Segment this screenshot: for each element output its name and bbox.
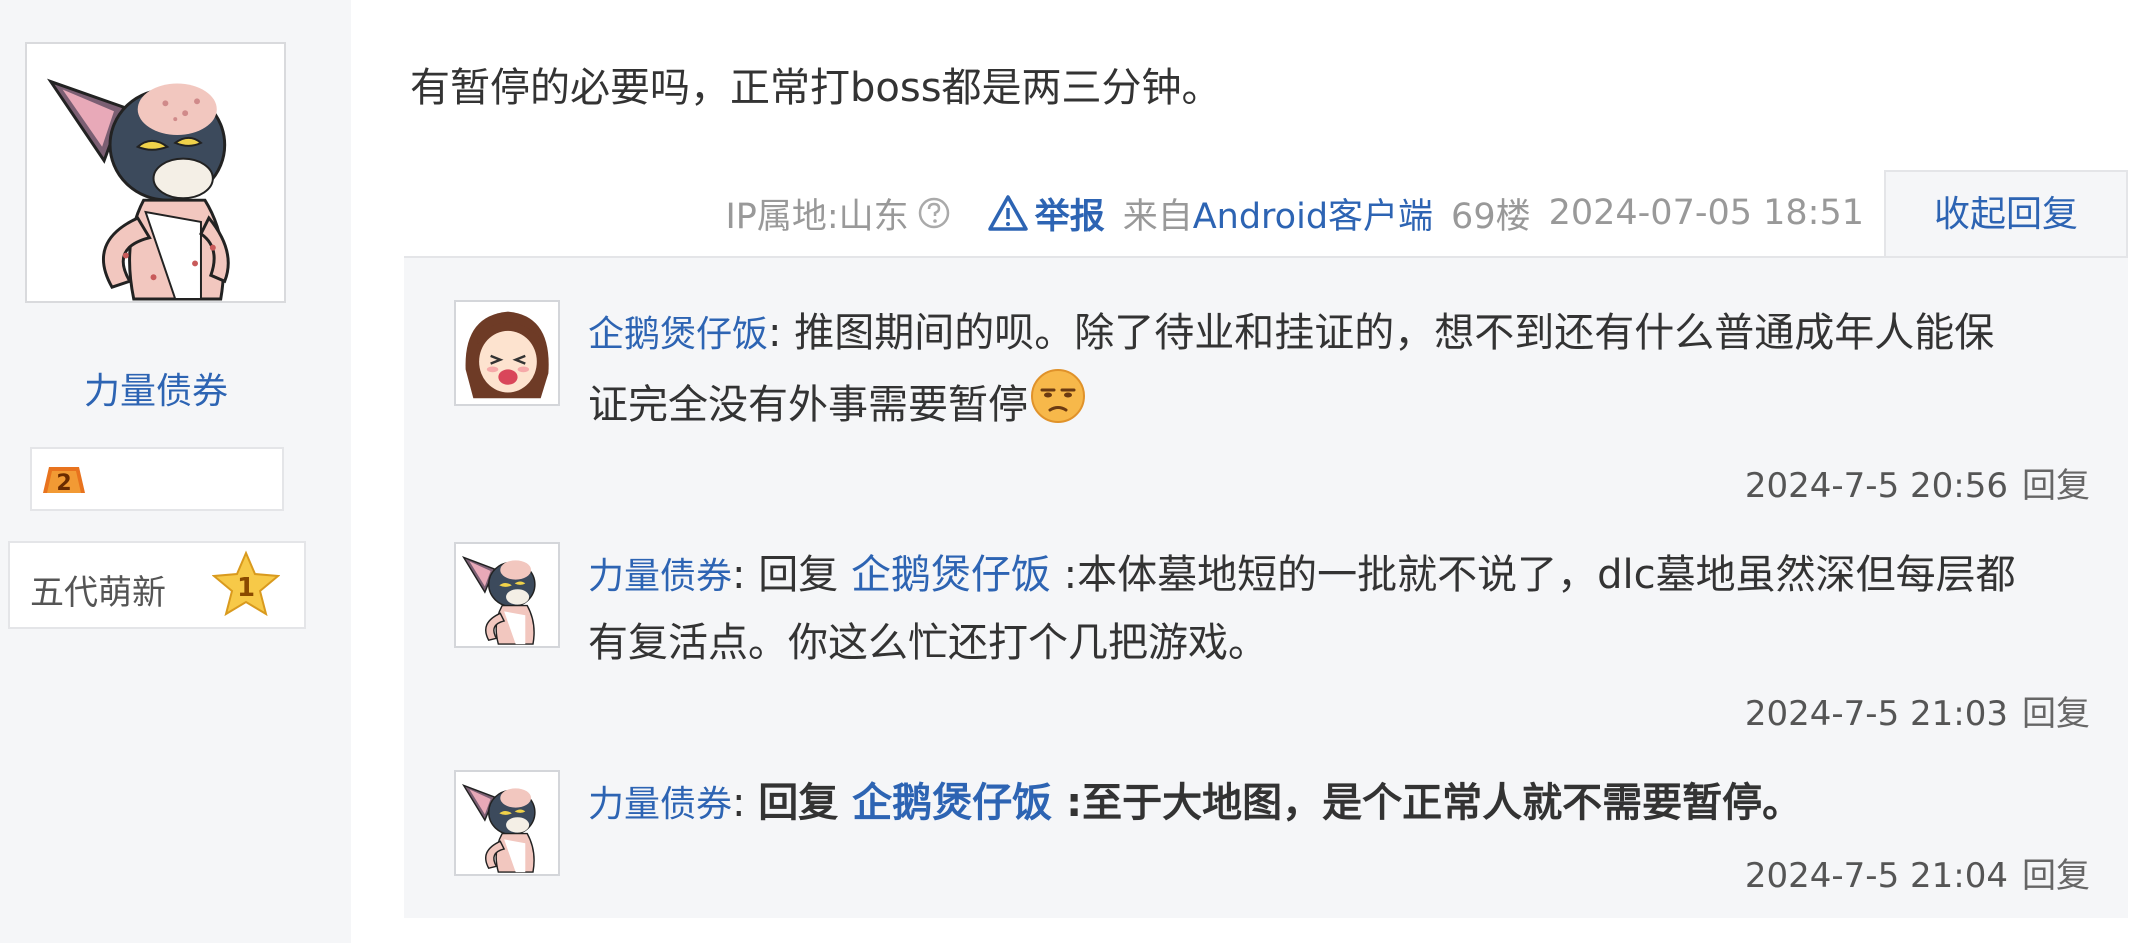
cat-avatar-icon (456, 544, 558, 646)
author-sidebar: 力量债券 2 五代萌新 1 (0, 0, 351, 943)
anime-girl-avatar-icon (456, 302, 558, 404)
reply-username[interactable]: 力量债券 (588, 784, 732, 825)
reply-target-user[interactable]: 企鹅煲仔饭 (851, 552, 1051, 598)
author-avatar[interactable] (25, 42, 286, 303)
user-level-box: 2 (30, 447, 284, 511)
reply-avatar[interactable] (454, 542, 560, 648)
cat-avatar-icon (456, 772, 558, 874)
reply-body: 力量债券: 回复 企鹅煲仔饭 :至于大地图，是个正常人就不需要暂停。 (588, 770, 2028, 838)
reply-button[interactable]: 回复 (2022, 856, 2090, 896)
author-username[interactable]: 力量债券 (0, 362, 312, 414)
ip-location: IP属地:山东 (725, 188, 950, 239)
reply-username[interactable]: 力量债券 (588, 556, 732, 597)
unamused-face-icon (1031, 369, 1085, 423)
reply-time: 2024-7-5 21:04 (1744, 856, 2008, 896)
reply-separator: : (732, 552, 759, 598)
reply-avatar[interactable] (454, 770, 560, 876)
reply-content: 推图期间的呗。除了待业和挂证的，想不到还有什么普通成年人能保证完全没有外事需要暂… (588, 310, 1995, 428)
badge-title: 五代萌新 (30, 573, 166, 613)
star-number: 1 (237, 573, 255, 603)
reply-time: 2024-7-5 21:03 (1744, 694, 2008, 734)
reply-footer: 2024-7-5 21:04 回复 (1745, 848, 2090, 897)
reply-target-user[interactable]: 企鹅煲仔饭 (852, 780, 1052, 826)
reply-separator: : (732, 780, 759, 826)
warning-triangle-icon (987, 195, 1028, 231)
cat-avatar-icon (27, 44, 284, 301)
reply-button[interactable]: 回复 (2022, 694, 2090, 734)
post-content: 有暂停的必要吗，正常打boss都是两三分钟。 (410, 65, 1222, 111)
reply-body: 企鹅煲仔饭: 推图期间的呗。除了待业和挂证的，想不到还有什么普通成年人能保证完全… (588, 300, 2028, 438)
client-prefix: 来自 (1122, 196, 1193, 237)
reply-time: 2024-7-5 20:56 (1744, 466, 2008, 506)
reply-body: 力量债券: 回复 企鹅煲仔饭 :本体墓地短的一批就不说了，dlc墓地虽然深但每层… (588, 542, 2028, 676)
ip-location-label: IP属地:山东 (725, 196, 909, 237)
reply-button[interactable]: 回复 (2022, 466, 2090, 506)
post-meta: IP属地:山东 举报 来自Android客户端 69楼 2024-07-05 1… (725, 188, 1864, 238)
question-circle-icon[interactable] (917, 196, 951, 230)
client-link[interactable]: Android客户端 (1193, 197, 1433, 237)
report-button[interactable]: 举报 (987, 188, 1105, 239)
reply-footer: 2024-7-5 21:03 回复 (1745, 686, 2090, 735)
reply-prefix: 回复 (758, 552, 851, 598)
reply-content: :至于大地图，是个正常人就不需要暂停。 (1052, 780, 1803, 826)
collapse-replies-button[interactable]: 收起回复 (1884, 170, 2128, 258)
reply-username[interactable]: 企鹅煲仔饭 (588, 314, 768, 355)
reply-separator: : (768, 310, 795, 356)
reply-avatar[interactable] (454, 300, 560, 406)
star-icon: 1 (212, 550, 280, 617)
floor-number: 69楼 (1451, 196, 1531, 237)
client-source: 来自Android客户端 (1123, 188, 1433, 239)
report-label: 举报 (1034, 196, 1105, 237)
user-title-badge[interactable]: 五代萌新 1 (8, 541, 306, 629)
level-badge-icon: 2 (43, 467, 85, 496)
level-number: 2 (56, 471, 71, 496)
reply-panel: 企鹅煲仔饭: 推图期间的呗。除了待业和挂证的，想不到还有什么普通成年人能保证完全… (404, 256, 2128, 918)
post-timestamp: 2024-07-05 18:51 (1548, 193, 1864, 233)
reply-prefix: 回复 (758, 780, 853, 826)
reply-footer: 2024-7-5 20:56 回复 (1745, 458, 2090, 507)
